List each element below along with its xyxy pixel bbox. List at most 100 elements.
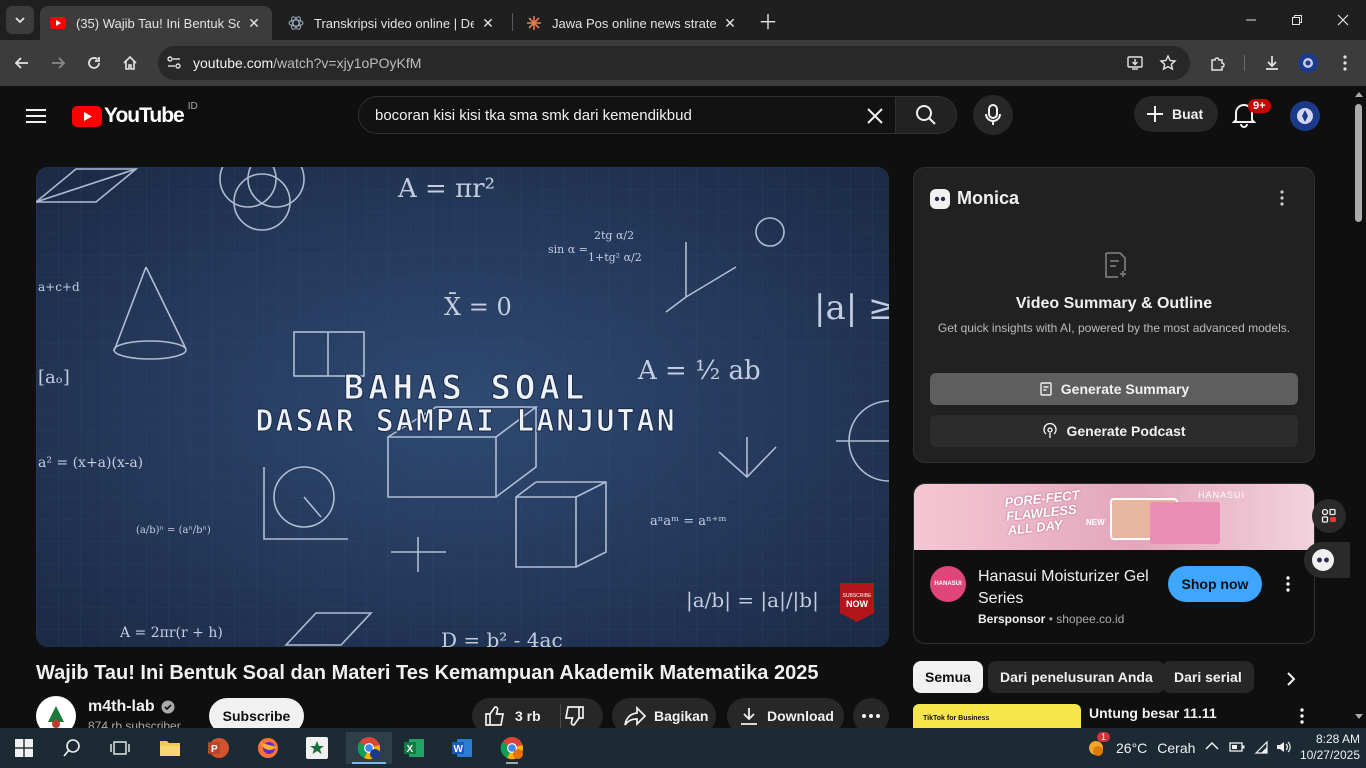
- more-vertical-icon: [1280, 190, 1284, 206]
- svg-text:|a| ≥: |a| ≥: [814, 288, 889, 328]
- chip-from-series[interactable]: Dari serial: [1162, 661, 1254, 693]
- tab-transkripsi[interactable]: Transkripsi video online | Desgn ✕: [278, 6, 506, 40]
- word-taskbar[interactable]: W: [442, 732, 482, 764]
- podcast-icon: [1043, 423, 1058, 438]
- close-tab-icon[interactable]: ✕: [246, 15, 262, 32]
- install-app-icon[interactable]: [1126, 54, 1144, 72]
- close-window-button[interactable]: [1320, 0, 1366, 40]
- chip-from-search[interactable]: Dari penelusuran Anda: [988, 661, 1165, 693]
- back-button[interactable]: [7, 48, 37, 78]
- wifi-icon[interactable]: [1253, 740, 1269, 754]
- chrome-profile-taskbar[interactable]: [492, 732, 532, 764]
- recommended-thumbnail[interactable]: TikTok for Business: [913, 704, 1081, 728]
- site-settings-icon[interactable]: [165, 54, 183, 72]
- tab-youtube[interactable]: (35) Wajib Tau! Ini Bentuk Soal d ✕: [40, 6, 272, 40]
- search-icon: [916, 105, 936, 125]
- search-button[interactable]: [895, 96, 957, 134]
- powerpoint-taskbar[interactable]: P: [198, 732, 238, 764]
- restore-button[interactable]: [1274, 0, 1320, 40]
- browser-menu-button[interactable]: [1330, 48, 1360, 78]
- scroll-up-arrow[interactable]: [1355, 92, 1363, 97]
- address-bar[interactable]: youtube.com/watch?v=xjy1oPOyKfM: [158, 46, 1190, 80]
- forward-button[interactable]: [43, 48, 73, 78]
- chrome-taskbar-active[interactable]: [346, 732, 392, 764]
- svg-text:D = b² - 4ac: D = b² - 4ac: [441, 628, 563, 647]
- home-icon: [123, 55, 137, 70]
- floating-apps-button[interactable]: [1312, 499, 1346, 533]
- minimize-button[interactable]: [1228, 0, 1274, 40]
- account-avatar-button[interactable]: [1290, 101, 1320, 131]
- download-label: Download: [767, 708, 834, 724]
- like-count: 3 rb: [515, 708, 541, 724]
- star-app-icon: [306, 737, 328, 759]
- svg-text:[aₒ]: [aₒ]: [38, 367, 70, 388]
- chrome-icon: [357, 737, 380, 760]
- create-button[interactable]: Buat: [1134, 96, 1218, 132]
- excel-taskbar[interactable]: X: [394, 732, 434, 764]
- clear-search-icon[interactable]: [865, 106, 885, 126]
- firefox-taskbar[interactable]: [248, 732, 288, 764]
- extensions-button[interactable]: [1203, 48, 1233, 78]
- running-indicator: [506, 762, 518, 764]
- video-overlay-title: BAHAS SOAL: [344, 368, 589, 408]
- search-input[interactable]: bocoran kisi kisi tka sma smk dari kemen…: [358, 96, 896, 134]
- youtube-logo[interactable]: YouTube ID: [72, 101, 198, 128]
- scroll-down-arrow[interactable]: [1355, 714, 1363, 719]
- reload-button[interactable]: [79, 48, 109, 78]
- weather-widget[interactable]: 1 26°C Cerah: [1086, 732, 1195, 760]
- restore-icon: [1292, 15, 1302, 25]
- show-hidden-icons-button[interactable]: [1205, 741, 1219, 751]
- video-player[interactable]: A = πr² X̄ = 0 |a| ≥ A = ½ ab sin α = 2t…: [36, 167, 889, 647]
- search-icon: [63, 739, 80, 757]
- bookmark-star-icon[interactable]: [1159, 54, 1177, 72]
- tab-search-button[interactable]: [6, 6, 34, 34]
- ad-menu-button[interactable]: [1286, 576, 1290, 592]
- taskbar-search-button[interactable]: [52, 732, 92, 764]
- home-button[interactable]: [115, 48, 145, 78]
- chips-next-button[interactable]: [1276, 664, 1306, 694]
- ad-product-box: [1150, 502, 1220, 544]
- svg-text:2tg α/2: 2tg α/2: [594, 229, 634, 242]
- close-tab-icon[interactable]: ✕: [722, 15, 738, 32]
- svg-text:sin α =: sin α =: [548, 243, 588, 256]
- battery-icon[interactable]: [1229, 741, 1245, 753]
- scrollbar-thumb[interactable]: [1355, 104, 1362, 222]
- puzzle-icon: [1211, 57, 1225, 71]
- ad-title[interactable]: Hanasui Moisturizer Gel Series: [978, 566, 1158, 610]
- youtube-header: YouTube ID bocoran kisi kisi tka sma smk…: [0, 86, 1352, 146]
- start-button[interactable]: [4, 732, 44, 764]
- channel-name[interactable]: m4th-lab: [88, 698, 175, 716]
- shop-now-button[interactable]: Shop now: [1168, 566, 1262, 602]
- recommended-title[interactable]: Untung besar 11.11: [1089, 705, 1217, 721]
- advertiser-logo[interactable]: HANASUI: [930, 566, 966, 602]
- svg-text:(a/b)ⁿ = (aⁿ/bⁿ): (a/b)ⁿ = (aⁿ/bⁿ): [136, 525, 211, 536]
- more-vertical-icon: [1300, 708, 1304, 724]
- new-tab-button[interactable]: ＋: [756, 8, 780, 34]
- tab-title: Transkripsi video online | Desgn: [314, 15, 474, 31]
- floating-monica-button[interactable]: [1304, 542, 1350, 578]
- chip-all[interactable]: Semua: [913, 661, 983, 693]
- voice-search-button[interactable]: [973, 95, 1013, 135]
- youtube-play-icon: [72, 105, 102, 127]
- file-explorer-taskbar[interactable]: [150, 732, 190, 764]
- recommended-menu-button[interactable]: [1300, 708, 1304, 724]
- downloads-button[interactable]: [1257, 48, 1287, 78]
- dislike-button[interactable]: [563, 705, 585, 727]
- clock[interactable]: 8:28 AM 10/27/2025: [1298, 731, 1360, 763]
- ad-banner[interactable]: PORE-FECT FLAWLESS ALL DAY NEW HANASUI: [914, 484, 1314, 550]
- starburst-favicon-icon: [526, 15, 542, 31]
- generate-summary-button[interactable]: Generate Summary: [930, 373, 1298, 405]
- generate-podcast-button[interactable]: Generate Podcast: [930, 415, 1298, 447]
- volume-icon[interactable]: [1276, 740, 1292, 754]
- profile-button[interactable]: [1293, 48, 1323, 78]
- guide-menu-button[interactable]: [22, 102, 50, 130]
- monica-menu-button[interactable]: [1280, 190, 1284, 206]
- pinned-app-taskbar[interactable]: [297, 732, 337, 764]
- notifications-button[interactable]: 9+: [1232, 99, 1271, 130]
- close-tab-icon[interactable]: ✕: [480, 15, 496, 32]
- sponsored-ad-card[interactable]: PORE-FECT FLAWLESS ALL DAY NEW HANASUI H…: [913, 483, 1315, 644]
- tab-jawapos[interactable]: Jawa Pos online news strategy - ✕: [516, 6, 748, 40]
- page-scrollbar[interactable]: [1352, 86, 1366, 728]
- task-view-button[interactable]: [100, 732, 140, 764]
- ad-banner-text: PORE-FECT FLAWLESS ALL DAY: [1003, 487, 1081, 538]
